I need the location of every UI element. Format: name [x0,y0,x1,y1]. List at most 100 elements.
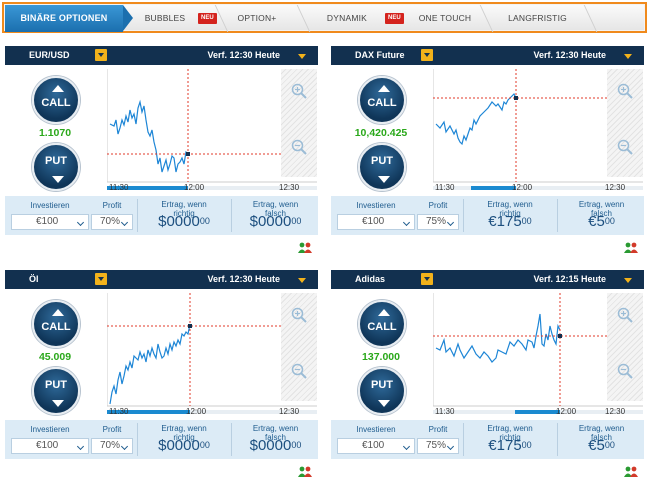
people-icon[interactable] [298,464,312,477]
zoom-out-icon[interactable] [617,139,633,155]
tab-binaere-optionen[interactable]: BINÄRE OPTIONEN [5,5,133,32]
expiry-chevron-down-icon[interactable] [624,54,632,59]
call-button[interactable]: CALL [32,76,80,124]
call-label: CALL [41,321,71,333]
profit-select[interactable]: 75% [417,438,459,454]
profit-select[interactable]: 70% [91,438,133,454]
investieren-label: Investieren [356,201,396,210]
investieren-label: Investieren [30,425,70,434]
invest-amount-select[interactable]: €100 [11,214,89,230]
payout-if-correct: $000000 [158,213,210,230]
new-badge-bubbles: NEU [198,13,217,24]
tab-bar-background: BINÄRE OPTIONEN BUBBLES NEU OPTION+ DYNA… [5,5,644,32]
profit-value: 75% [426,216,447,227]
call-label: CALL [41,97,71,109]
zoom-in-icon[interactable] [291,307,307,323]
x-tick-label: 12:30 [605,407,626,416]
zoom-in-icon[interactable] [291,83,307,99]
people-icon[interactable] [624,464,638,477]
divider [231,199,232,232]
zoom-out-icon[interactable] [291,363,307,379]
call-button[interactable]: CALL [32,300,80,348]
profit-label: Profit [102,201,122,210]
trading-panel-0: EUR/USD Verf. 12:30 Heute CALL 1.1070 PU… [5,46,318,254]
expiry-label[interactable]: Verf. 12:30 Heute [207,270,280,289]
tab-one-touch[interactable]: ONE TOUCH [410,5,480,32]
arrow-down-icon [52,176,64,183]
tab-langfristig[interactable]: LANGFRISTIG [500,5,575,32]
profit-value: 70% [100,216,121,227]
call-button[interactable]: CALL [358,300,406,348]
current-price: 137.000 [362,351,400,363]
arrow-up-icon [52,309,64,316]
trade-settings-bar: Investieren €100 Profit 70% Ertrag, wenn… [5,420,318,459]
chevron-down-icon [120,218,129,227]
tab-dynamik[interactable]: DYNAMIK [317,5,377,32]
people-icon[interactable] [624,240,638,253]
put-button[interactable]: PUT [358,367,406,415]
put-button[interactable]: PUT [358,143,406,191]
arrow-up-icon [378,309,390,316]
put-button[interactable]: PUT [32,143,80,191]
payout-if-correct: €17500 [488,213,532,230]
chart-progress-fill [471,186,516,190]
call-button[interactable]: CALL [358,76,406,124]
expiry-label[interactable]: Verf. 12:15 Heute [533,270,606,289]
people-icon[interactable] [298,240,312,253]
expiry-chevron-down-icon[interactable] [298,54,306,59]
invest-amount-value: €100 [362,440,385,451]
divider [557,423,558,456]
price-line [109,99,189,173]
trade-settings-bar: Investieren €100 Profit 70% Ertrag, wenn… [5,196,318,235]
chevron-down-icon [446,442,455,451]
asset-dropdown-icon[interactable] [95,273,107,285]
asset-dropdown-icon[interactable] [95,49,107,61]
profit-label: Profit [428,201,448,210]
trading-panel-1: DAX Future Verf. 12:30 Heute CALL 10,420… [331,46,644,254]
price-line [435,313,561,363]
x-tick-label: 12:00 [512,183,533,192]
x-tick-label: 11:30 [109,183,129,192]
arrow-down-icon [52,400,64,407]
trade-settings-bar: Investieren €100 Profit 75% Ertrag, wenn… [331,196,644,235]
invest-amount-value: €100 [36,440,59,451]
asset-dropdown-icon[interactable] [421,49,433,61]
chart-zoom-area [607,293,643,401]
payout-if-wrong: $000000 [249,213,302,230]
tab-option-plus[interactable]: OPTION+ [227,5,287,32]
expiry-label[interactable]: Verf. 12:30 Heute [207,46,280,65]
investieren-label: Investieren [356,425,396,434]
payout-if-correct: €17500 [488,437,532,454]
zoom-out-icon[interactable] [617,363,633,379]
zoom-in-icon[interactable] [617,307,633,323]
invest-amount-select[interactable]: €100 [337,214,415,230]
expiry-chevron-down-icon[interactable] [624,278,632,283]
payout-if-wrong: €500 [588,437,615,454]
divider [231,423,232,456]
invest-amount-select[interactable]: €100 [337,438,415,454]
panel-header: DAX Future Verf. 12:30 Heute [331,46,644,65]
profit-select[interactable]: 70% [91,214,133,230]
trading-panel-2: Öl Verf. 12:30 Heute CALL 45.009 PUT 11:… [5,270,318,478]
arrow-down-icon [378,176,390,183]
expiry-chevron-down-icon[interactable] [298,278,306,283]
chevron-down-icon [76,442,85,451]
zoom-in-icon[interactable] [617,83,633,99]
current-price: 10,420.425 [354,127,408,139]
x-tick-label: 11:30 [109,407,129,416]
divider [137,199,138,232]
panel-header: EUR/USD Verf. 12:30 Heute [5,46,318,65]
invest-amount-select[interactable]: €100 [11,438,89,454]
expiry-label[interactable]: Verf. 12:30 Heute [533,46,606,65]
invest-amount-value: €100 [36,216,59,227]
tab-divider [583,5,598,32]
current-price-marker [186,152,190,156]
tab-bubbles[interactable]: BUBBLES [135,5,195,32]
asset-dropdown-icon[interactable] [421,273,433,285]
put-button[interactable]: PUT [32,367,80,415]
zoom-out-icon[interactable] [291,139,307,155]
payout-if-wrong: €500 [588,213,615,230]
profit-select[interactable]: 75% [417,214,459,230]
put-label: PUT [45,379,67,391]
price-line [435,92,517,146]
